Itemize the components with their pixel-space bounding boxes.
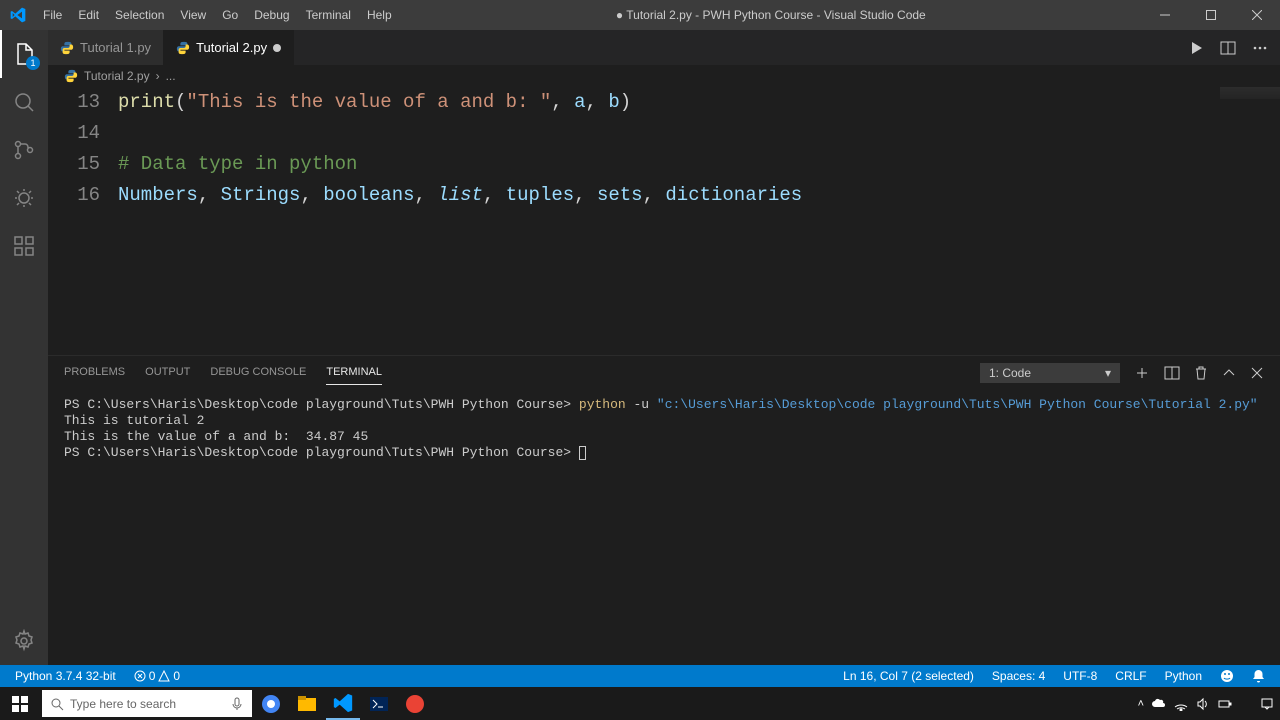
start-button[interactable] bbox=[0, 687, 40, 720]
maximize-panel-button[interactable] bbox=[1222, 366, 1236, 380]
status-python[interactable]: Python 3.7.4 32-bit bbox=[10, 669, 121, 683]
minimize-button[interactable] bbox=[1142, 0, 1188, 30]
status-bar: Python 3.7.4 32-bit 0 0 Ln 16, Col 7 (2 … bbox=[0, 665, 1280, 687]
python-file-icon bbox=[64, 69, 78, 83]
status-encoding[interactable]: UTF-8 bbox=[1058, 669, 1102, 683]
breadcrumb-more: ... bbox=[166, 69, 176, 83]
settings-gear-icon[interactable] bbox=[0, 617, 48, 665]
panel-tab-terminal[interactable]: TERMINAL bbox=[326, 360, 382, 385]
tray-chevron-icon[interactable]: ˄ bbox=[1138, 698, 1144, 710]
menu-go[interactable]: Go bbox=[214, 0, 246, 30]
status-position[interactable]: Ln 16, Col 7 (2 selected) bbox=[838, 669, 979, 683]
taskbar-app-explorer[interactable] bbox=[290, 687, 324, 720]
taskbar-search[interactable]: Type here to search bbox=[42, 690, 252, 717]
split-terminal-button[interactable] bbox=[1164, 365, 1180, 381]
editor-area: Tutorial 1.pyTutorial 2.py Tutorial 2.py… bbox=[48, 30, 1280, 665]
python-file-icon bbox=[176, 41, 190, 55]
maximize-button[interactable] bbox=[1188, 0, 1234, 30]
minimap[interactable] bbox=[1220, 87, 1280, 99]
tray-onedrive-icon[interactable] bbox=[1152, 697, 1166, 711]
panel-tab-bar: PROBLEMS OUTPUT DEBUG CONSOLE TERMINAL 1: C… bbox=[48, 356, 1280, 389]
taskbar: Type here to search ˄ bbox=[0, 687, 1280, 720]
menu-bar: FileEditSelectionViewGoDebugTerminalHelp bbox=[35, 0, 400, 30]
split-editor-button[interactable] bbox=[1220, 40, 1236, 56]
close-panel-button[interactable] bbox=[1250, 366, 1264, 380]
kill-terminal-button[interactable] bbox=[1194, 365, 1208, 381]
menu-view[interactable]: View bbox=[172, 0, 214, 30]
panel-tab-debug-console[interactable]: DEBUG CONSOLE bbox=[210, 360, 306, 385]
mic-icon bbox=[230, 697, 244, 711]
status-feedback-icon[interactable] bbox=[1215, 669, 1239, 683]
search-icon[interactable] bbox=[0, 78, 48, 126]
panel-tab-output[interactable]: OUTPUT bbox=[145, 360, 190, 385]
vscode-logo-icon bbox=[0, 7, 35, 23]
status-bell-icon[interactable] bbox=[1247, 669, 1270, 683]
window-controls bbox=[1142, 0, 1280, 30]
window-title: ● Tutorial 2.py - PWH Python Course - Vi… bbox=[400, 8, 1142, 22]
tray-battery-icon[interactable] bbox=[1218, 697, 1232, 711]
activity-bar: 1 bbox=[0, 30, 48, 665]
new-terminal-button[interactable] bbox=[1134, 365, 1150, 381]
menu-debug[interactable]: Debug bbox=[246, 0, 297, 30]
run-button[interactable] bbox=[1188, 40, 1204, 56]
explorer-icon[interactable]: 1 bbox=[0, 30, 48, 78]
title-bar: FileEditSelectionViewGoDebugTerminalHelp… bbox=[0, 0, 1280, 30]
tab-bar: Tutorial 1.pyTutorial 2.py bbox=[48, 30, 1280, 65]
taskbar-app-chrome[interactable] bbox=[254, 687, 288, 720]
breadcrumb[interactable]: Tutorial 2.py › ... bbox=[48, 65, 1280, 87]
menu-terminal[interactable]: Terminal bbox=[298, 0, 359, 30]
taskbar-app-powershell[interactable] bbox=[362, 687, 396, 720]
system-tray[interactable]: ˄ bbox=[1138, 697, 1274, 711]
status-errors[interactable]: 0 0 bbox=[129, 669, 185, 683]
taskbar-app-vscode[interactable] bbox=[326, 687, 360, 720]
more-actions-button[interactable] bbox=[1252, 40, 1268, 56]
breadcrumb-file: Tutorial 2.py bbox=[84, 69, 150, 83]
status-spaces[interactable]: Spaces: 4 bbox=[987, 669, 1050, 683]
extensions-icon[interactable] bbox=[0, 222, 48, 270]
breadcrumb-sep: › bbox=[156, 69, 160, 83]
close-button[interactable] bbox=[1234, 0, 1280, 30]
panel: PROBLEMS OUTPUT DEBUG CONSOLE TERMINAL 1: C… bbox=[48, 355, 1280, 665]
menu-edit[interactable]: Edit bbox=[70, 0, 107, 30]
code-editor[interactable]: 13141516 print("This is the value of a a… bbox=[48, 87, 1280, 355]
line-gutter: 13141516 bbox=[48, 87, 118, 355]
menu-help[interactable]: Help bbox=[359, 0, 400, 30]
tray-notifications-icon[interactable] bbox=[1260, 697, 1274, 711]
dirty-indicator-icon bbox=[273, 44, 281, 52]
tray-network-icon[interactable] bbox=[1174, 697, 1188, 711]
tab-tutorial-2-py[interactable]: Tutorial 2.py bbox=[164, 30, 294, 65]
panel-tab-problems[interactable]: PROBLEMS bbox=[64, 360, 125, 385]
status-language[interactable]: Python bbox=[1160, 669, 1207, 683]
taskbar-app-other[interactable] bbox=[398, 687, 432, 720]
debug-icon[interactable] bbox=[0, 174, 48, 222]
menu-file[interactable]: File bbox=[35, 0, 70, 30]
terminal-selector[interactable]: 1: Code bbox=[980, 363, 1120, 383]
tab-tutorial-1-py[interactable]: Tutorial 1.py bbox=[48, 30, 164, 65]
code-content[interactable]: print("This is the value of a and b: ", … bbox=[118, 87, 1280, 355]
explorer-badge: 1 bbox=[26, 56, 40, 70]
terminal-output[interactable]: PS C:\Users\Haris\Desktop\code playgroun… bbox=[48, 389, 1280, 665]
status-eol[interactable]: CRLF bbox=[1110, 669, 1151, 683]
python-file-icon bbox=[60, 41, 74, 55]
source-control-icon[interactable] bbox=[0, 126, 48, 174]
taskbar-search-placeholder: Type here to search bbox=[70, 697, 176, 711]
tray-volume-icon[interactable] bbox=[1196, 697, 1210, 711]
menu-selection[interactable]: Selection bbox=[107, 0, 172, 30]
